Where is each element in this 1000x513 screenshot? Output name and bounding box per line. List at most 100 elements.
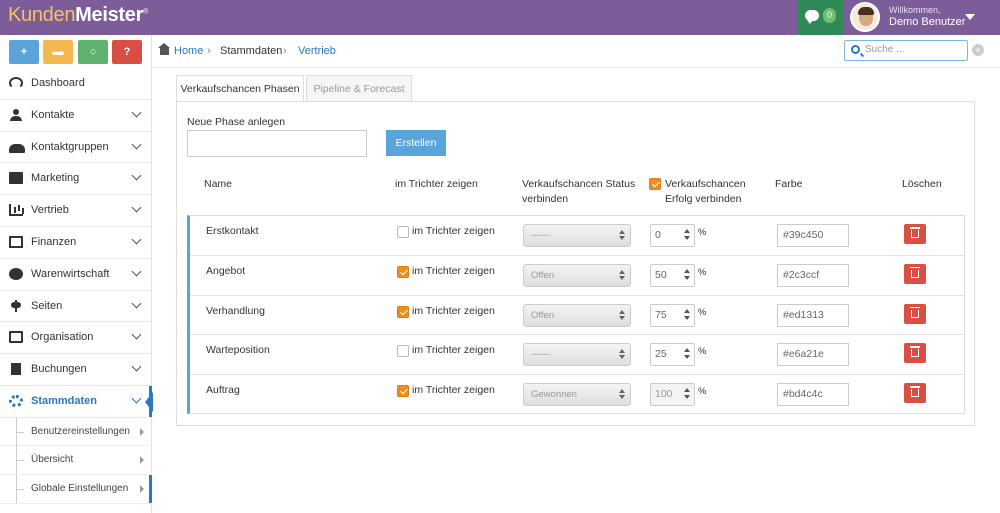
sidebar-item-label: Kontakte: [31, 108, 75, 121]
delete-button[interactable]: [904, 343, 926, 364]
phase-name: Erstkontakt: [206, 225, 259, 237]
spinner-icon[interactable]: [684, 268, 690, 282]
column-header-status: Verkaufschancen Status verbinden: [522, 178, 636, 205]
sidebar-item-vertrieb[interactable]: Vertrieb: [0, 195, 152, 227]
chevron-right-icon: [140, 456, 144, 465]
sidebar-item-label: Marketing: [31, 172, 80, 185]
status-select[interactable]: Offen: [523, 303, 631, 327]
sidebar-item-warenwirtschaft[interactable]: Warenwirtschaft: [0, 259, 152, 291]
search-input[interactable]: Suche ...: [844, 40, 968, 61]
chevron-down-icon: [131, 329, 142, 340]
logo-reg: ®: [143, 8, 148, 16]
color-input[interactable]: #ed1313: [777, 303, 849, 327]
envelope-icon: [9, 172, 23, 185]
quick-search-button[interactable]: ○: [78, 40, 108, 64]
phase-name: Warteposition: [206, 344, 270, 357]
sidebar-subitem-label: Globale Einstellungen: [31, 482, 129, 494]
sidebar-item-label: Vertrieb: [31, 204, 69, 217]
sidebar-item-label: Kontaktgruppen: [31, 140, 109, 153]
erfolg-input[interactable]: 50: [650, 263, 695, 287]
sidebar-item-marketing[interactable]: Marketing: [0, 163, 152, 196]
sidebar-nav: Dashboard Kontakte Kontaktgruppen Market…: [0, 68, 153, 504]
sidebar-item-finanzen[interactable]: Finanzen: [0, 227, 152, 259]
column-header-name: Name: [204, 178, 233, 190]
clear-icon[interactable]: ×: [972, 44, 984, 56]
sidebar-item-organisation[interactable]: Organisation: [0, 322, 152, 355]
new-phase-input[interactable]: [187, 130, 367, 157]
breadcrumb-separator: ›: [207, 45, 211, 57]
chat-bubble-icon: [805, 10, 819, 24]
delete-button[interactable]: [904, 224, 926, 244]
user-menu[interactable]: Willkommen, Demo Benutzer: [845, 0, 1000, 35]
status-select-value: Offen: [531, 309, 555, 321]
phase-name: Angebot: [206, 264, 246, 277]
create-button[interactable]: Erstellen: [386, 130, 446, 156]
trichter-checkbox[interactable]: [397, 305, 409, 318]
spinner-icon[interactable]: [684, 308, 690, 322]
chevron-right-icon: [140, 484, 144, 493]
quick-help-button[interactable]: ?: [112, 40, 142, 64]
erfolg-input[interactable]: 25: [650, 343, 695, 367]
table-row: Warteposition im Trichter zeigen ------ …: [190, 335, 964, 376]
percent-sign: %: [698, 266, 707, 278]
erfolg-input[interactable]: 0: [650, 224, 695, 247]
bar-chart-icon: [9, 204, 23, 217]
trichter-checkbox[interactable]: [397, 385, 409, 398]
table-row: Auftrag im Trichter zeigen Gewonnen 100 …: [190, 375, 964, 415]
trichter-checkbox[interactable]: [397, 226, 409, 238]
trichter-checkbox[interactable]: [397, 345, 409, 358]
erfolg-input[interactable]: 75: [650, 303, 695, 327]
plus-icon: +: [20, 46, 28, 58]
sidebar-item-kontaktgruppen[interactable]: Kontaktgruppen: [0, 132, 152, 164]
status-select-value: ------: [531, 349, 550, 361]
quick-add-button[interactable]: +: [9, 40, 39, 64]
status-select[interactable]: ------: [523, 343, 631, 367]
delete-button[interactable]: [904, 263, 926, 284]
breadcrumb-stammdaten[interactable]: Stammdaten: [220, 45, 282, 57]
trichter-checkbox-label: im Trichter zeigen: [412, 225, 495, 237]
sidebar-item-dashboard[interactable]: Dashboard: [0, 68, 152, 100]
quick-chat-button[interactable]: ▬: [43, 40, 73, 64]
trichter-checkbox-label: im Trichter zeigen: [412, 384, 495, 397]
welcome-text: Willkommen,: [889, 5, 941, 15]
sidebar-item-stammdaten[interactable]: Stammdaten: [0, 385, 153, 418]
sidebar-item-buchungen[interactable]: Buchungen: [0, 354, 152, 386]
home-icon[interactable]: [158, 43, 170, 55]
color-input[interactable]: #39c450: [777, 224, 849, 247]
color-input[interactable]: #bd4c4c: [777, 383, 849, 407]
breadcrumb-home[interactable]: Home: [174, 45, 203, 57]
logo-part2: Meister: [75, 4, 144, 26]
select-arrows-icon: [619, 230, 625, 240]
edit-icon: [9, 331, 23, 344]
table-row: Verhandlung im Trichter zeigen Offen 75 …: [190, 296, 964, 336]
spinner-icon: [684, 387, 690, 401]
spinner-icon[interactable]: [684, 347, 690, 361]
color-input[interactable]: #e6a21e: [777, 343, 849, 367]
chat-notifications-button[interactable]: 0: [797, 0, 843, 35]
sidebar-subitem-uebersicht[interactable]: Übersicht: [0, 446, 152, 475]
status-select[interactable]: Offen: [523, 263, 631, 287]
delete-button[interactable]: [904, 383, 926, 404]
sidebar-item-label: Finanzen: [31, 235, 77, 248]
breadcrumb-vertrieb[interactable]: Vertrieb: [298, 45, 336, 57]
percent-sign: %: [698, 346, 707, 358]
sidebar-item-seiten[interactable]: Seiten: [0, 291, 152, 323]
erfolg-header-checkbox[interactable]: [649, 178, 661, 190]
sidebar-item-kontakte[interactable]: Kontakte: [0, 100, 152, 132]
app-logo[interactable]: KundenMeister®: [8, 4, 148, 27]
status-select[interactable]: ------: [523, 224, 631, 247]
sidebar-subitem-label: Übersicht: [31, 454, 74, 466]
status-select[interactable]: Gewonnen: [523, 383, 631, 407]
tab-verkaufschancen-phasen[interactable]: Verkaufschancen Phasen: [176, 75, 304, 103]
trichter-checkbox[interactable]: [397, 265, 409, 278]
chevron-right-icon: [140, 427, 144, 436]
top-bar: KundenMeister® 0 Willkommen, Demo Benutz…: [0, 0, 1000, 35]
spinner-icon[interactable]: [684, 228, 690, 242]
color-input[interactable]: #2c3ccf: [777, 263, 849, 287]
sidebar-subitem-benutzereinstellungen[interactable]: Benutzereinstellungen: [0, 417, 152, 447]
tab-pipeline-forecast[interactable]: Pipeline & Forecast: [306, 75, 412, 102]
delete-button[interactable]: [904, 303, 926, 324]
user-icon: [9, 108, 23, 121]
sidebar-item-label: Seiten: [31, 299, 63, 312]
sidebar-subitem-globale-einstellungen[interactable]: Globale Einstellungen: [0, 474, 152, 504]
